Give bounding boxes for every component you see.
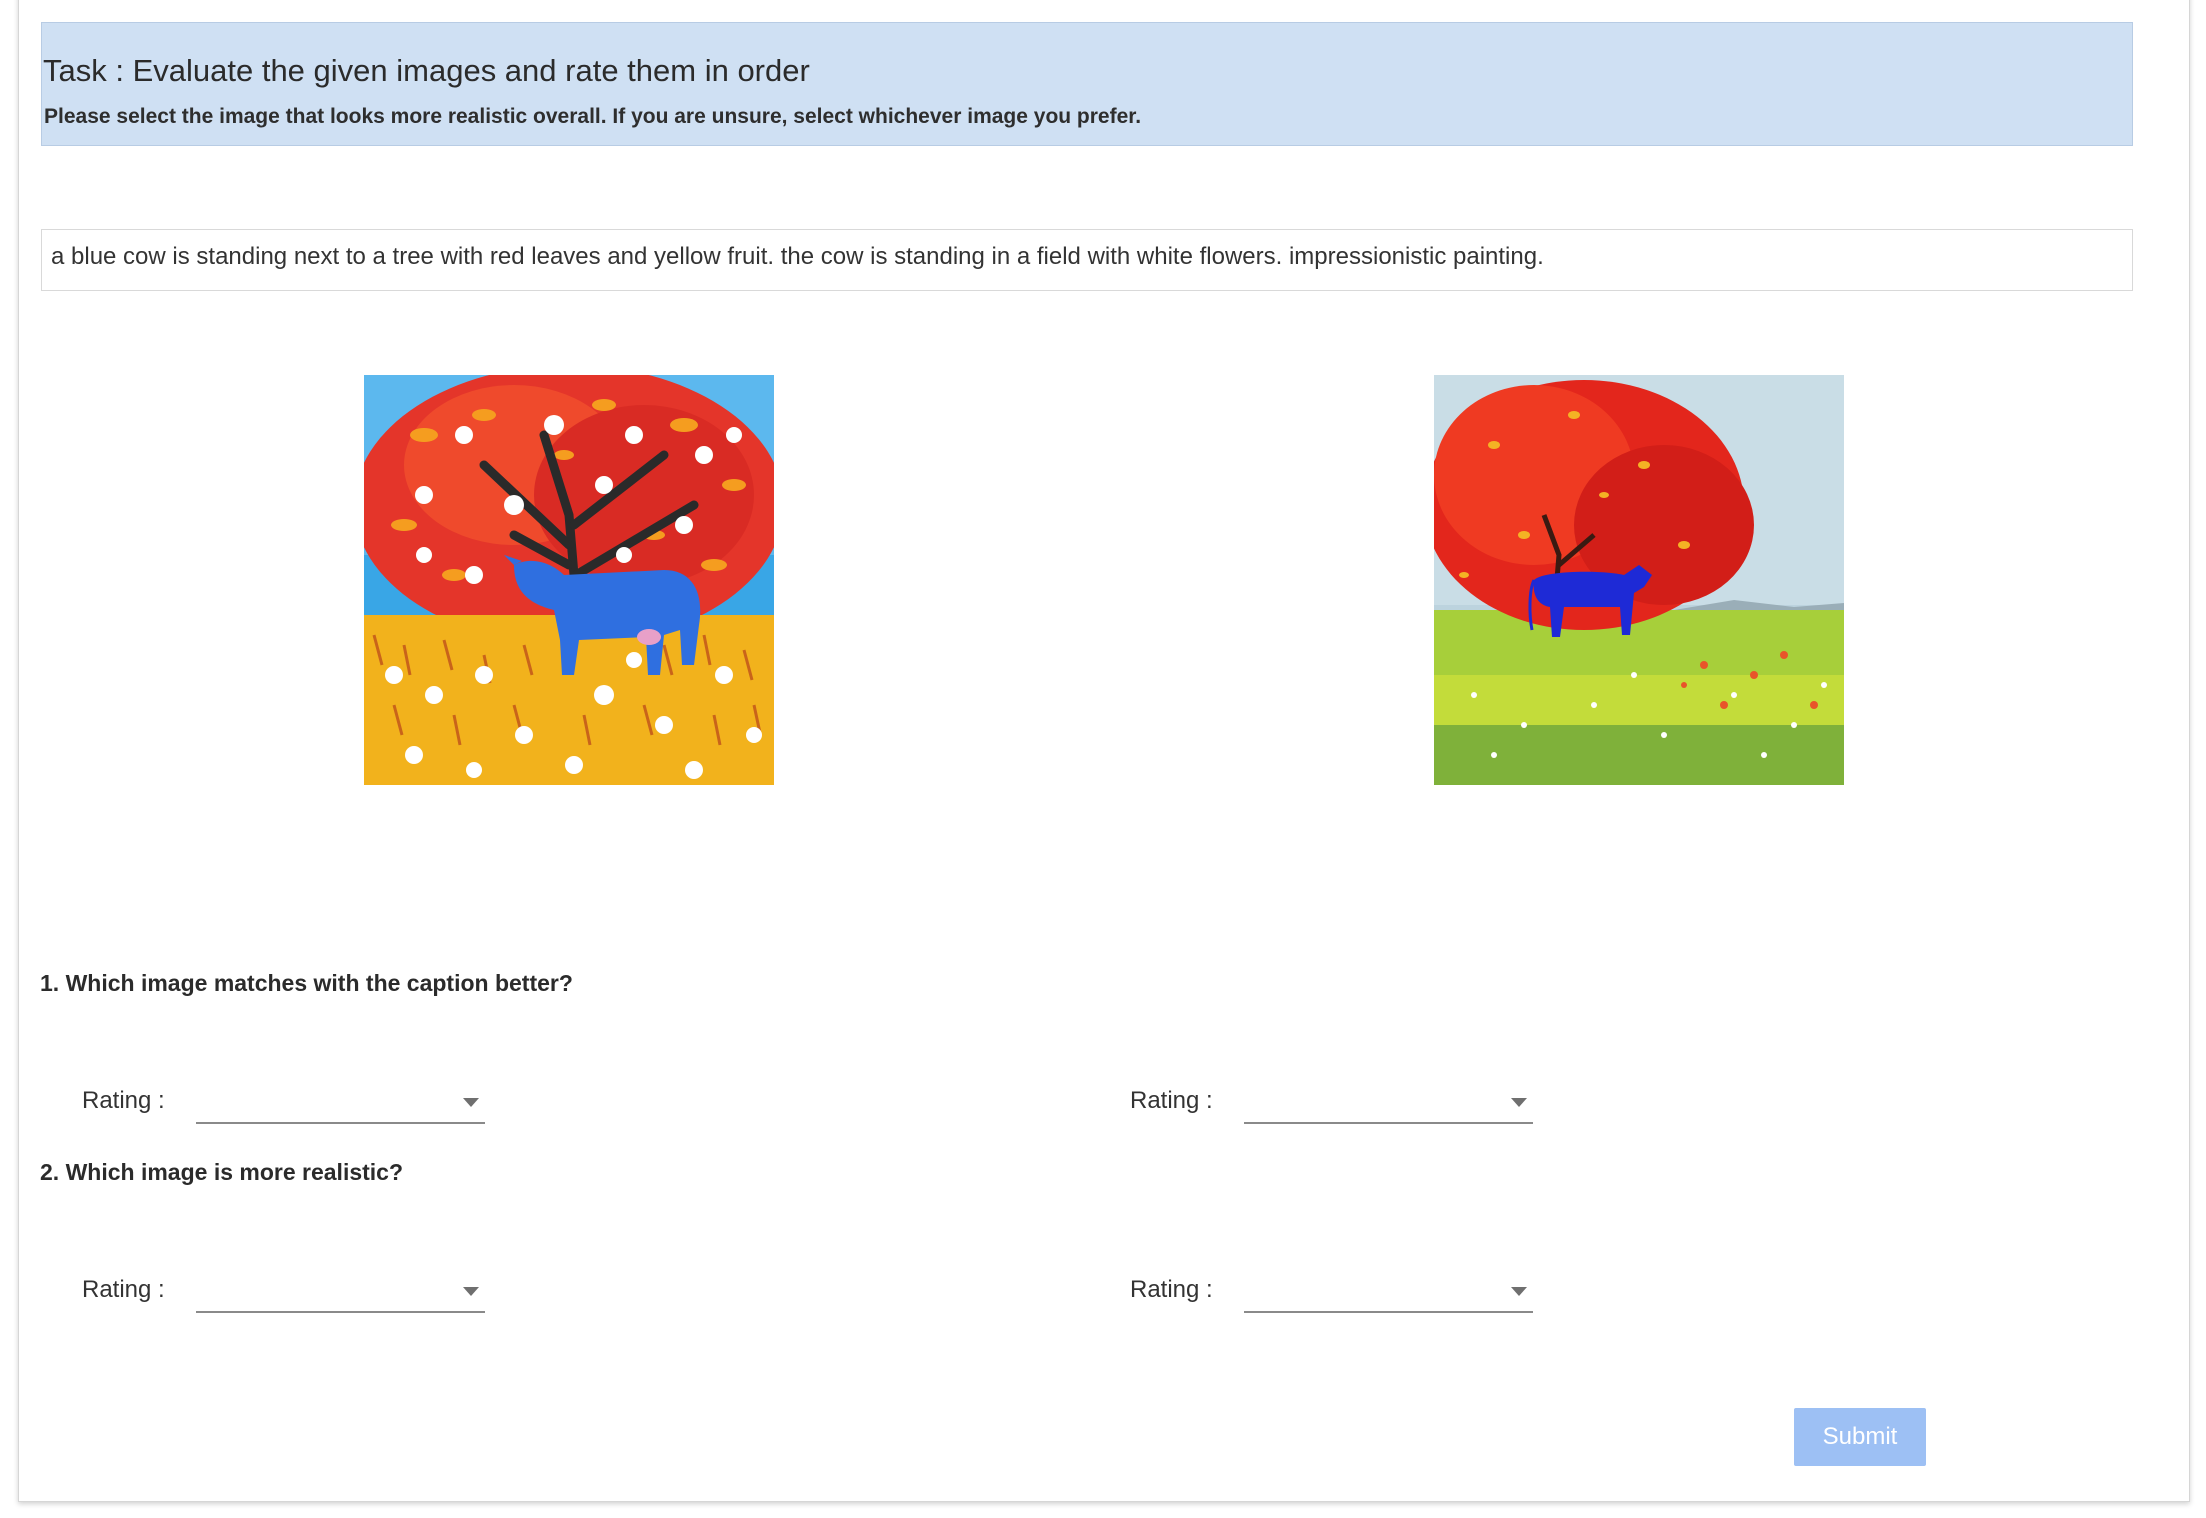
q2-left-rating-label: Rating : (82, 1276, 165, 1303)
q1-right-rating-select[interactable] (1244, 1084, 1533, 1124)
q2-left-rating-select[interactable] (196, 1273, 485, 1313)
q1-left-rating-select[interactable] (196, 1084, 485, 1124)
chevron-down-icon (1511, 1287, 1527, 1296)
task-title: Task : Evaluate the given images and rat… (43, 53, 810, 88)
image-left-painting (364, 375, 774, 785)
q1-left-rating-label: Rating : (82, 1087, 165, 1114)
submit-button[interactable]: Submit (1794, 1408, 1926, 1466)
caption-box: a blue cow is standing next to a tree wi… (41, 229, 2133, 291)
image-left (364, 375, 774, 785)
chevron-down-icon (463, 1287, 479, 1296)
question-2-text: 2. Which image is more realistic? (40, 1159, 404, 1185)
image-right-painting (1434, 375, 1844, 785)
task-header: Task : Evaluate the given images and rat… (41, 22, 2133, 146)
question-1-text: 1. Which image matches with the caption … (40, 970, 573, 996)
chevron-down-icon (463, 1098, 479, 1107)
task-instructions: Please select the image that looks more … (44, 105, 1142, 128)
chevron-down-icon (1511, 1098, 1527, 1107)
q1-right-rating-label: Rating : (1130, 1087, 1213, 1114)
image-right (1434, 375, 1844, 785)
q2-right-rating-select[interactable] (1244, 1273, 1533, 1313)
caption-text: a blue cow is standing next to a tree wi… (51, 243, 1544, 270)
q2-right-rating-label: Rating : (1130, 1276, 1213, 1303)
